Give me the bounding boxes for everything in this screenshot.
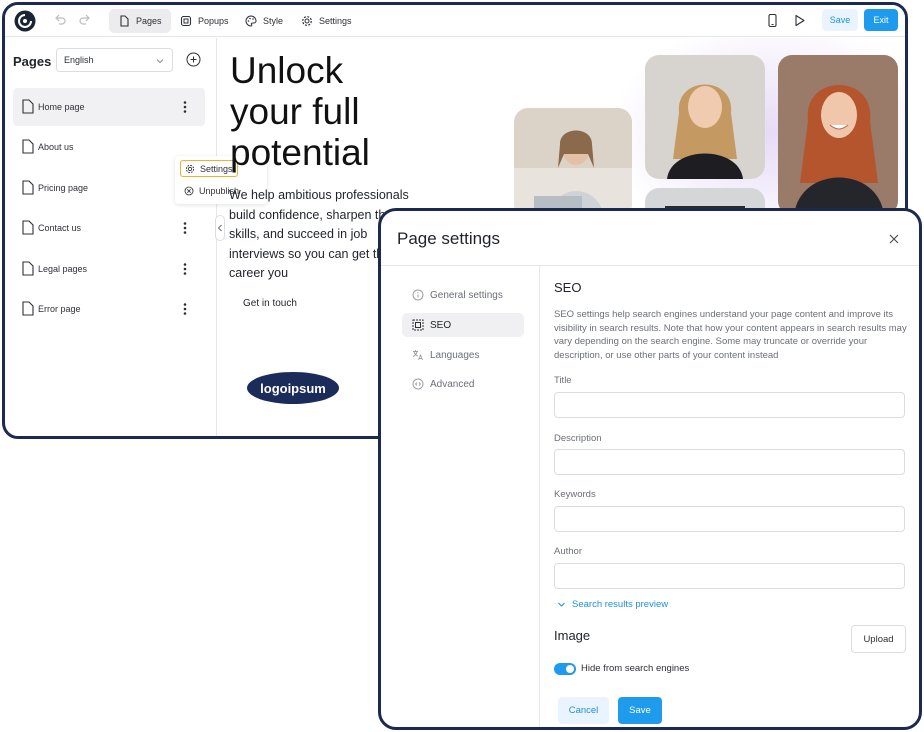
redo-icon[interactable] bbox=[78, 13, 92, 27]
tab-pages-label: Pages bbox=[136, 16, 162, 26]
page-item-error[interactable]: Error page bbox=[13, 290, 205, 328]
page-settings-modal: Page settings General settings SEO Langu… bbox=[378, 208, 922, 730]
seo-icon bbox=[412, 319, 424, 331]
chevron-down-icon bbox=[156, 59, 164, 64]
document-icon bbox=[22, 261, 34, 276]
search-results-preview-toggle[interactable]: Search results preview bbox=[557, 599, 668, 610]
tab-style[interactable]: Style bbox=[236, 9, 292, 33]
hide-from-search-label: Hide from search engines bbox=[581, 663, 690, 674]
chevron-down-icon bbox=[558, 602, 565, 607]
hide-from-search-toggle[interactable] bbox=[554, 663, 576, 675]
page-item-label: Home page bbox=[38, 102, 85, 112]
exit-button[interactable]: Exit bbox=[864, 9, 898, 31]
hero-headline: Unlock your full potential bbox=[230, 50, 370, 173]
modal-title: Page settings bbox=[397, 229, 501, 248]
pages-title: Pages bbox=[13, 54, 52, 69]
description-label: Description bbox=[554, 433, 602, 444]
page-icon bbox=[120, 15, 129, 27]
title-label: Title bbox=[554, 375, 572, 386]
tab-pages[interactable]: Pages bbox=[109, 9, 171, 33]
document-icon bbox=[22, 301, 34, 316]
keywords-input[interactable] bbox=[554, 506, 905, 532]
gear-icon bbox=[302, 16, 312, 26]
cta-link[interactable]: Get in touch bbox=[243, 298, 297, 309]
more-options-icon[interactable] bbox=[183, 221, 187, 235]
keywords-label: Keywords bbox=[554, 489, 596, 500]
nav-advanced[interactable]: Advanced bbox=[402, 372, 524, 396]
gear-icon bbox=[185, 164, 195, 173]
tab-style-label: Style bbox=[263, 16, 284, 26]
title-input[interactable] bbox=[554, 392, 905, 418]
undo-icon[interactable] bbox=[53, 13, 67, 27]
play-preview-icon[interactable] bbox=[792, 13, 807, 28]
close-circle-icon bbox=[184, 186, 194, 195]
team-photo-3 bbox=[778, 55, 898, 215]
mobile-preview-icon[interactable] bbox=[765, 13, 780, 28]
author-input[interactable] bbox=[554, 563, 905, 589]
nav-seo-label: SEO bbox=[430, 319, 452, 331]
page-item-label: About us bbox=[38, 142, 74, 152]
seo-heading: SEO bbox=[554, 280, 582, 295]
cancel-button[interactable]: Cancel bbox=[558, 697, 609, 724]
tab-settings[interactable]: Settings bbox=[292, 9, 361, 33]
palette-icon bbox=[245, 15, 257, 27]
document-icon bbox=[22, 99, 34, 114]
page-item-home[interactable]: Home page bbox=[13, 88, 205, 126]
tab-popups[interactable]: Popups bbox=[171, 9, 238, 33]
team-photo-1 bbox=[514, 108, 632, 218]
tab-settings-label: Settings bbox=[319, 16, 352, 26]
document-icon bbox=[22, 180, 34, 195]
language-select[interactable]: English bbox=[56, 48, 173, 72]
popup-icon bbox=[180, 15, 192, 27]
more-options-icon[interactable] bbox=[183, 302, 187, 316]
close-icon[interactable] bbox=[888, 233, 900, 245]
more-options-icon[interactable] bbox=[183, 262, 187, 276]
top-toolbar: Pages Popups Style Settings Save Exit bbox=[5, 5, 905, 37]
code-icon bbox=[412, 378, 424, 390]
search-results-preview-label: Search results preview bbox=[572, 599, 669, 610]
seo-description-text: SEO settings help search engines underst… bbox=[554, 309, 907, 361]
settings-nav: General settings SEO Languages Advanced bbox=[381, 266, 540, 727]
more-options-icon[interactable] bbox=[183, 100, 187, 114]
page-item-contact[interactable]: Contact us bbox=[13, 209, 205, 247]
nav-general-settings[interactable]: General settings bbox=[402, 283, 524, 307]
document-icon bbox=[22, 139, 34, 154]
save-button[interactable]: Save bbox=[822, 9, 858, 31]
translate-icon bbox=[412, 350, 423, 361]
nav-seo[interactable]: SEO bbox=[402, 313, 524, 337]
document-icon bbox=[22, 220, 34, 235]
page-item-label: Pricing page bbox=[38, 183, 89, 193]
nav-advanced-label: Advanced bbox=[430, 378, 475, 390]
tab-popups-label: Popups bbox=[198, 16, 229, 26]
seo-settings-panel: SEO SEO settings help search engines und… bbox=[554, 266, 907, 727]
language-select-value: English bbox=[64, 55, 94, 65]
image-heading: Image bbox=[554, 628, 591, 643]
info-icon bbox=[412, 289, 424, 301]
nav-languages[interactable]: Languages bbox=[402, 343, 524, 367]
pages-sidebar: Pages English Home page About us Pricing… bbox=[5, 38, 267, 436]
modal-save-button[interactable]: Save bbox=[618, 697, 662, 724]
description-input[interactable] bbox=[554, 449, 905, 475]
page-item-label: Contact us bbox=[38, 223, 82, 233]
page-item-legal[interactable]: Legal pages bbox=[13, 250, 205, 288]
nav-languages-label: Languages bbox=[430, 349, 480, 361]
upload-button[interactable]: Upload bbox=[851, 625, 906, 653]
page-item-label: Error page bbox=[38, 304, 81, 314]
team-photo-2 bbox=[645, 55, 765, 179]
add-page-icon[interactable] bbox=[186, 52, 201, 67]
page-item-label: Legal pages bbox=[38, 264, 88, 274]
author-label: Author bbox=[554, 546, 582, 557]
client-logo: logoipsum bbox=[247, 372, 339, 404]
nav-general-settings-label: General settings bbox=[430, 289, 503, 301]
app-logo-icon[interactable] bbox=[14, 10, 36, 32]
